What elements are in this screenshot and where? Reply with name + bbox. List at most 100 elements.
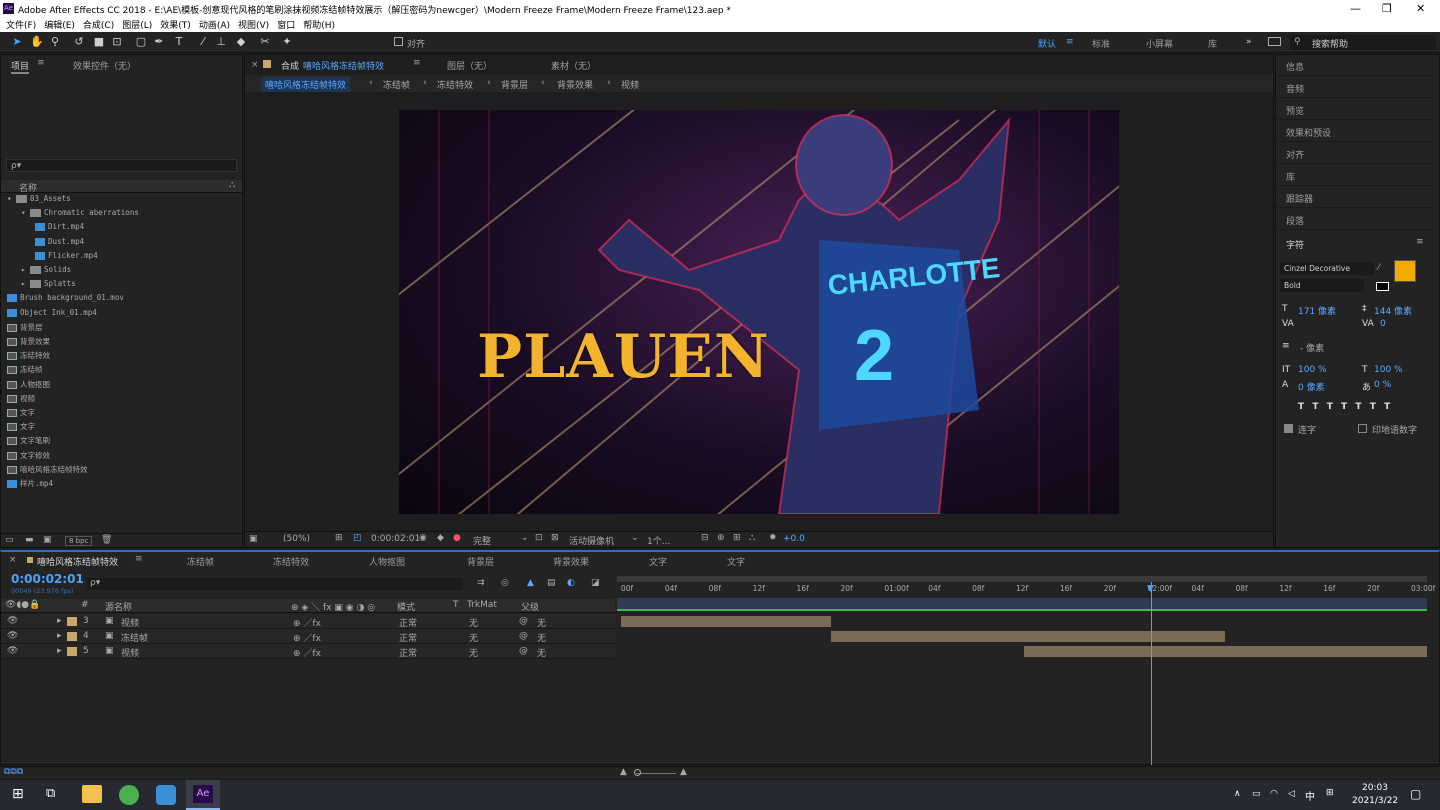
mode-select[interactable]: 正常 (399, 646, 417, 659)
breadcrumb-item-1[interactable]: 冻结帧 (383, 78, 410, 91)
layer-duration-bar[interactable] (1024, 646, 1427, 657)
close-tab-icon[interactable]: × (251, 60, 259, 70)
label-color-swatch[interactable] (67, 647, 77, 656)
visibility-icon[interactable]: 👁 (7, 631, 18, 641)
breadcrumb-item-0[interactable]: 嘻哈风格冻结帧特效 (261, 77, 351, 92)
project-item[interactable]: Dirt.mp4 (1, 222, 84, 236)
pan-behind-tool-icon[interactable]: ⊡ (110, 35, 124, 49)
twirl-open-icon[interactable]: ▾ (7, 194, 16, 203)
exposure-reset-icon[interactable]: ✹ (769, 533, 777, 543)
trkmat-select[interactable]: 无 (469, 631, 478, 644)
project-menu-icon[interactable]: ≡ (37, 58, 45, 68)
clock-time[interactable]: 20:03 (1362, 783, 1388, 793)
baseline-shift-value[interactable]: 0 像素 (1298, 380, 1325, 393)
brush-tool-icon[interactable]: ⁄ (196, 35, 210, 49)
project-item[interactable]: 视频 (1, 393, 35, 407)
panel-tracker[interactable]: 跟踪器 (1276, 186, 1432, 208)
panel-libraries[interactable]: 库 (1276, 164, 1432, 186)
new-folder-icon[interactable]: ▬ (25, 535, 34, 545)
maximize-icon[interactable]: ❐ (1382, 2, 1392, 15)
timeline-menu-icon[interactable]: ≡ (135, 554, 143, 564)
timeline-tab-5[interactable]: 背景效果 (553, 555, 589, 568)
layer-row[interactable]: 👁 ▸ 4 ▣ 冻结帧 ⊕ ／fx 正常 无 @ 无 (1, 629, 615, 644)
always-preview-icon[interactable]: ▣ (249, 534, 258, 544)
project-item[interactable]: ▸ Solids (1, 265, 71, 279)
fast-previews-icon[interactable]: ⊕ (717, 533, 725, 543)
trkmat-select[interactable]: 无 (469, 646, 478, 659)
font-style-select[interactable]: Bold (1280, 279, 1364, 292)
project-item[interactable]: 冻结特效 (1, 350, 50, 364)
project-item[interactable]: 背景层 (1, 322, 43, 336)
file-explorer-icon[interactable] (82, 785, 102, 803)
panel-preview[interactable]: 预览 (1276, 98, 1432, 120)
layer-row[interactable]: 👁 ▸ 3 ▣ 视频 ⊕ ／fx 正常 无 @ 无 (1, 614, 615, 629)
snapshot-icon[interactable]: ◉ (419, 533, 427, 543)
panel-audio[interactable]: 音频 (1276, 76, 1432, 98)
more-workspaces-icon[interactable]: » (1246, 37, 1252, 47)
ime-indicator[interactable]: 中 (1305, 788, 1315, 803)
menu-animation[interactable]: 动画(A) (199, 18, 230, 31)
current-time-indicator[interactable] (1151, 582, 1152, 765)
font-family-select[interactable]: Cinzel Decorative (1280, 262, 1374, 275)
browser-icon[interactable] (119, 785, 139, 805)
twirl-closed-icon[interactable]: ▸ (57, 631, 62, 641)
tab-composition[interactable]: 嘻哈风格冻结帧特效 (303, 59, 384, 72)
timeline-tab-0[interactable]: 嘻哈风格冻结帧特效 (37, 555, 118, 568)
project-item[interactable]: 嘻哈风格冻结帧特效 (1, 464, 88, 478)
frame-blending-icon[interactable]: ▤ (547, 578, 556, 588)
layer-switches[interactable]: ⊕ ／fx (293, 616, 321, 629)
notification-icon[interactable]: ▢ (1410, 787, 1421, 801)
layer-switches[interactable]: ⊕ ／fx (293, 646, 321, 659)
viewer-timecode[interactable]: 0:00:02:01 (371, 534, 420, 544)
tsume-value[interactable]: 0 % (1374, 380, 1391, 390)
eraser-tool-icon[interactable]: ◆ (234, 35, 248, 49)
trash-icon[interactable]: 🗑 (101, 535, 112, 545)
puppet-tool-icon[interactable]: ✦ (280, 35, 294, 49)
minimize-icon[interactable]: — (1350, 2, 1361, 15)
project-item[interactable]: Dust.mp4 (1, 237, 84, 251)
twirl-closed-icon[interactable]: ▸ (57, 616, 62, 626)
layer-row[interactable]: 👁 ▸ 5 ▣ 视频 ⊕ ／fx 正常 无 @ 无 (1, 644, 615, 659)
battery-icon[interactable]: ▭ (1252, 789, 1261, 799)
rotate-tool-icon[interactable]: ↺ (72, 35, 86, 49)
project-item[interactable]: Flicker.mp4 (1, 251, 98, 265)
timeline-icon[interactable]: ⊞ (733, 533, 741, 543)
project-item[interactable]: ▾ Chromatic aberrations (1, 208, 139, 222)
rectangle-tool-icon[interactable]: ▢ (134, 35, 148, 49)
workspace-standard[interactable]: 标准 (1092, 37, 1110, 50)
vertical-scale-value[interactable]: 100 % (1298, 365, 1327, 375)
project-item[interactable]: Brush background_01.mov (1, 293, 124, 307)
zoom-slider-handle[interactable] (634, 769, 641, 776)
font-size-value[interactable]: 171 像素 (1298, 304, 1336, 317)
volume-icon[interactable]: ◁ (1288, 789, 1295, 799)
resolution-grid-icon[interactable]: ⊞ (335, 533, 343, 543)
project-item[interactable]: 文字笔刷 (1, 435, 50, 449)
trkmat-select[interactable]: 无 (469, 616, 478, 629)
label-color-swatch[interactable] (67, 632, 77, 641)
project-search-input[interactable]: ρ▾ (6, 159, 237, 172)
timeline-tab-3[interactable]: 人物抠图 (369, 555, 405, 568)
project-item[interactable]: 人物抠图 (1, 379, 50, 393)
overlay-title-text[interactable]: PLAUEN (477, 322, 770, 392)
graph-editor-icon[interactable]: ◪ (591, 578, 600, 588)
mode-select[interactable]: 正常 (399, 631, 417, 644)
twirl-open-icon[interactable]: ▾ (21, 208, 30, 217)
zoom-out-icon[interactable]: ▲ (620, 767, 627, 777)
tab-effect-controls[interactable]: 效果控件（无） (73, 59, 136, 72)
workspace-small-screen[interactable]: 小屏幕 (1146, 37, 1173, 50)
workspace-default[interactable]: 默认 (1038, 37, 1056, 50)
motion-blur-icon[interactable]: ◐ (567, 578, 575, 588)
tray-chevron-icon[interactable]: ∧ (1234, 789, 1241, 799)
text-style-buttons[interactable]: TTTTTTT (1298, 402, 1398, 412)
project-item[interactable]: ▸ Splatts (1, 279, 76, 293)
quality-dropdown-icon[interactable]: ⌄ (521, 533, 529, 543)
zoom-tool-icon[interactable]: ⚲ (48, 35, 62, 49)
menu-composition[interactable]: 合成(C) (83, 18, 114, 31)
tab-footage[interactable]: 素材（无） (551, 59, 596, 72)
hand-tool-icon[interactable]: ✋ (30, 35, 44, 49)
project-item[interactable]: 文字修效 (1, 450, 50, 464)
breadcrumb-item-5[interactable]: 视频 (621, 78, 639, 91)
toggle-pixel-aspect-icon[interactable]: ⊟ (701, 533, 709, 543)
character-menu-icon[interactable]: ≡ (1416, 237, 1424, 247)
transparency-grid-icon[interactable]: ⊡ (535, 533, 543, 543)
